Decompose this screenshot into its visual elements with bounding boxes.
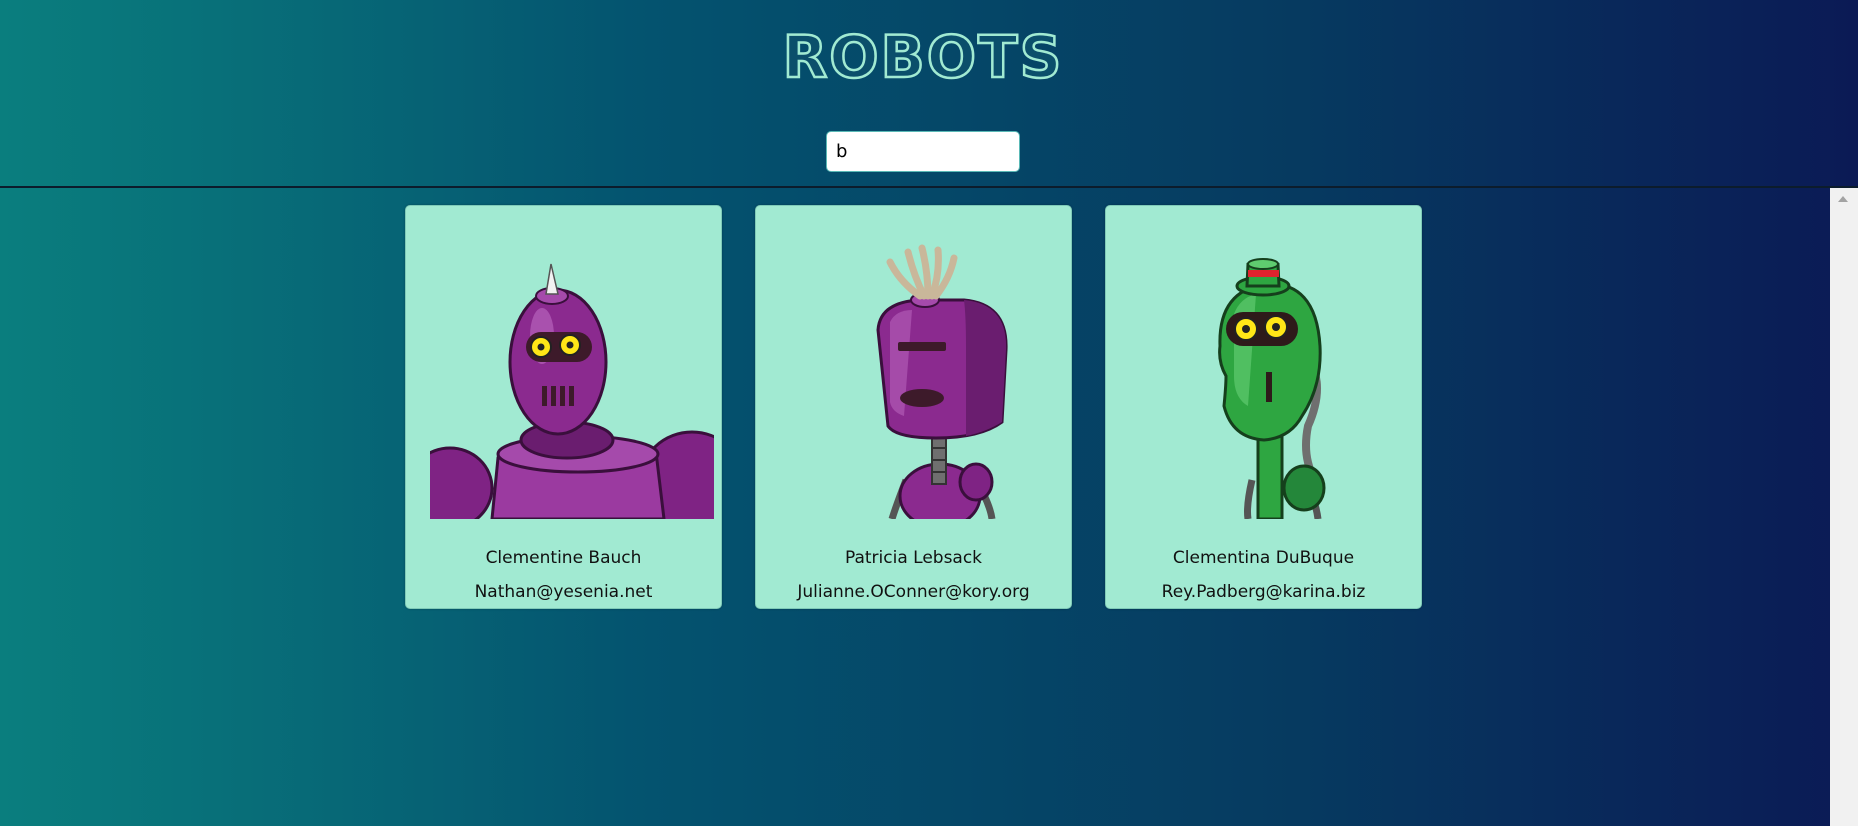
page-title: ROBOTS bbox=[781, 22, 1064, 93]
robot-name: Clementine Bauch bbox=[485, 548, 642, 568]
robot-email: Julianne.OConner@kory.org bbox=[797, 582, 1030, 602]
robot-card: Patricia Lebsack Julianne.OConner@kory.o… bbox=[755, 205, 1072, 609]
header: ROBOTS bbox=[0, 0, 1858, 188]
robot-card: Clementina DuBuque Rey.Padberg@karina.bi… bbox=[1105, 205, 1422, 609]
robot-card: Clementine Bauch Nathan@yesenia.net bbox=[405, 205, 722, 609]
scroll-up-arrow-icon[interactable] bbox=[1838, 196, 1848, 202]
robot-avatar-image bbox=[876, 244, 1008, 519]
robot-avatar-image bbox=[430, 263, 714, 519]
robot-email: Rey.Padberg@karina.biz bbox=[1161, 582, 1366, 602]
vertical-scrollbar[interactable] bbox=[1830, 188, 1858, 826]
robot-name: Clementina DuBuque bbox=[1172, 548, 1355, 568]
robot-name: Patricia Lebsack bbox=[844, 548, 983, 568]
card-list: Clementine Bauch Nathan@yesenia.net Patr… bbox=[0, 188, 1830, 826]
search-input[interactable] bbox=[826, 131, 1020, 172]
robot-email: Nathan@yesenia.net bbox=[474, 582, 653, 602]
robot-avatar-image bbox=[1218, 258, 1326, 519]
